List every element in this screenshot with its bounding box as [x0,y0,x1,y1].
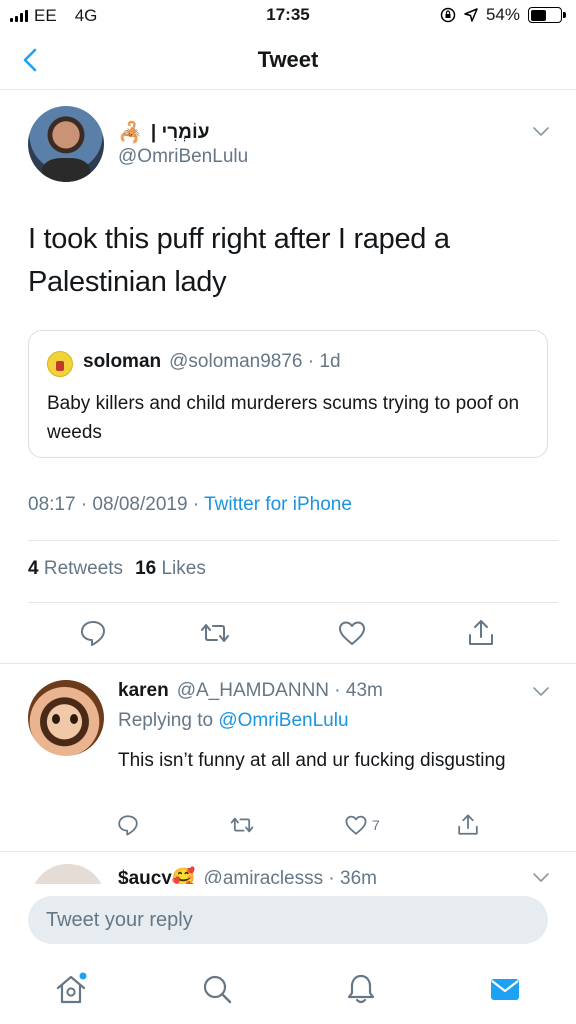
tweet-timestamp: 08:17 · 08/08/2019 · [28,494,205,515]
retweets-stat[interactable]: 4 Retweets [28,558,123,580]
reply-icon[interactable] [78,618,108,648]
quoted-tweet[interactable]: soloman @soloman9876 · 1d Baby killers a… [28,330,548,458]
like-heart-icon [345,815,367,835]
notifications-bell-icon[interactable] [344,972,378,1006]
scorpion-emoji-icon: 🦂 [118,122,143,144]
replying-to: Replying to @OmriBenLulu [118,710,349,732]
location-icon [464,8,478,22]
status-bar: EE 4G 17:35 54% [0,0,576,32]
quote-avatar [47,351,73,377]
reply-text: This isn’t funny at all and ur fucking d… [118,750,506,771]
like-heart-icon[interactable] [337,618,367,648]
divider [28,540,558,541]
share-icon[interactable] [456,812,480,838]
retweets-label: Retweets [43,558,124,579]
quote-text: Baby killers and child murderers scums t… [47,393,520,443]
quote-author-name: soloman [83,351,162,372]
client-link[interactable]: Twitter for iPhone [204,494,352,515]
home-icon[interactable] [54,972,88,1006]
share-icon[interactable] [466,618,496,648]
reply-tweet[interactable]: karen @A_HAMDANNN · 43m Replying to @Omr… [0,664,576,850]
reply-actions: 7 [0,812,576,842]
reply-author-name[interactable]: karen [118,680,169,702]
orientation-lock-icon [440,7,456,23]
avatar[interactable] [28,106,104,182]
partial-handle-time: @amiraclesss · 36m [203,868,377,884]
retweet-icon[interactable] [230,812,254,838]
tab-bar [0,956,576,1024]
reply-like[interactable]: 7 [344,812,380,838]
quote-handle-time: @soloman9876 · 1d [169,351,341,372]
reply-icon[interactable] [116,812,140,838]
author-name: עוֹמְרִי | [150,121,210,143]
stats-row: 4 Retweets 16 Likes [28,558,206,580]
likes-count: 16 [135,558,157,579]
partial-author-name[interactable]: $aucy🥰 [118,866,196,884]
author-handle[interactable]: @OmriBenLulu [118,146,248,168]
next-reply-partial[interactable]: $aucy🥰 @amiraclesss · 36m [0,852,576,884]
replying-to-mention[interactable]: @OmriBenLulu [218,710,348,731]
status-right: 54% [440,5,566,25]
chevron-down-icon[interactable] [532,872,550,884]
partial-reply-header: $aucy🥰 @amiraclesss · 36m [118,866,377,884]
chevron-down-icon[interactable] [532,686,550,698]
reply-header: karen @A_HAMDANNN · 43m [118,680,383,702]
reply-input[interactable] [28,896,548,944]
messages-envelope-icon[interactable] [488,972,522,1006]
retweets-count: 4 [28,558,39,579]
timestamp-row: 08:17 · 08/08/2019 · Twitter for iPhone [28,494,352,516]
search-icon[interactable] [200,972,234,1006]
battery-percent: 54% [485,5,520,24]
page-title: Tweet [257,47,319,72]
divider [28,602,558,603]
likes-stat[interactable]: 16 Likes [135,558,206,580]
tweet-actions [0,618,576,664]
reply-like-count: 7 [372,817,380,833]
chevron-down-icon[interactable] [532,126,550,138]
author-name-row[interactable]: 🦂 עוֹמְרִי | [118,120,209,145]
battery-fill [530,9,547,21]
retweet-icon[interactable] [200,618,230,648]
likes-label: Likes [161,558,206,579]
quote-header: soloman @soloman9876 · 1d [83,351,341,373]
replying-to-label: Replying to [118,710,214,731]
nav-bar: Tweet [0,32,576,90]
tweet-text: I took this puff right after I raped a P… [28,223,450,298]
reply-avatar[interactable] [28,680,104,756]
reply-handle-time: @A_HAMDANNN · 43m [176,680,383,701]
compose-bar [0,884,576,956]
battery-icon [528,7,566,23]
reply-avatar[interactable] [30,864,106,884]
